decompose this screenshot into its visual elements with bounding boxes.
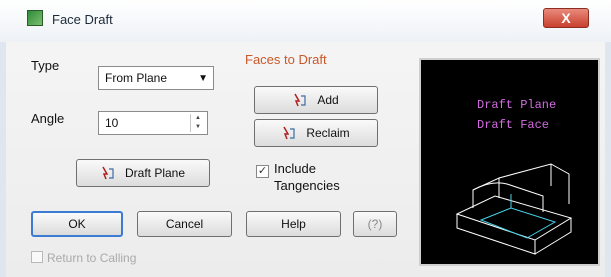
window-frame-left bbox=[0, 42, 6, 277]
face-draft-dialog: Face Draft X Type From Plane ▼ Angle 10 … bbox=[0, 0, 611, 277]
angle-value: 10 bbox=[105, 116, 119, 130]
angle-label: Angle bbox=[31, 111, 65, 126]
spin-up-icon[interactable]: ▲ bbox=[191, 114, 205, 123]
draft-plane-button[interactable]: Draft Plane bbox=[76, 159, 210, 187]
angle-spinner[interactable]: ▲ ▼ bbox=[190, 114, 205, 132]
add-face-icon bbox=[293, 93, 307, 107]
cancel-button[interactable]: Cancel bbox=[137, 211, 232, 237]
type-label: Type bbox=[31, 58, 60, 73]
preview-legend-draft-face: Draft Face bbox=[477, 118, 550, 132]
dropdown-arrow-icon[interactable]: ▼ bbox=[198, 73, 208, 84]
spin-down-icon[interactable]: ▼ bbox=[191, 123, 205, 132]
close-button[interactable]: X bbox=[543, 8, 589, 28]
include-tangencies-checkbox[interactable]: ✓ bbox=[256, 165, 269, 178]
title-bar[interactable]: Face Draft X bbox=[0, 0, 611, 42]
preview-legend-draft-plane: Draft Plane bbox=[477, 98, 557, 112]
preview-panel: Draft Plane Draft Face bbox=[419, 58, 600, 266]
reclaim-button[interactable]: Reclaim bbox=[254, 119, 378, 147]
check-mark-icon: ✓ bbox=[257, 165, 268, 177]
extra-button[interactable]: (?) bbox=[353, 211, 397, 237]
include-tangencies-label: Include Tangencies bbox=[274, 161, 340, 193]
reclaim-label: Reclaim bbox=[306, 126, 350, 140]
add-label: Add bbox=[317, 93, 339, 107]
return-to-calling-checkbox[interactable] bbox=[31, 251, 43, 263]
app-icon bbox=[27, 10, 43, 26]
window-title: Face Draft bbox=[52, 12, 113, 27]
faces-to-draft-heading: Faces to Draft bbox=[245, 52, 327, 67]
part-preview-drawing bbox=[455, 163, 573, 255]
ok-button[interactable]: OK bbox=[31, 211, 123, 237]
type-dropdown[interactable]: From Plane ▼ bbox=[98, 66, 214, 90]
draft-plane-icon bbox=[101, 166, 115, 180]
angle-input[interactable]: 10 ▲ ▼ bbox=[98, 111, 208, 135]
window-frame-right bbox=[605, 42, 611, 277]
type-selected-value: From Plane bbox=[105, 71, 168, 85]
return-to-calling-label: Return to Calling bbox=[47, 251, 137, 265]
add-button[interactable]: Add bbox=[254, 86, 378, 114]
reclaim-face-icon bbox=[282, 126, 296, 140]
draft-plane-label: Draft Plane bbox=[124, 166, 186, 180]
help-button[interactable]: Help bbox=[246, 211, 341, 237]
